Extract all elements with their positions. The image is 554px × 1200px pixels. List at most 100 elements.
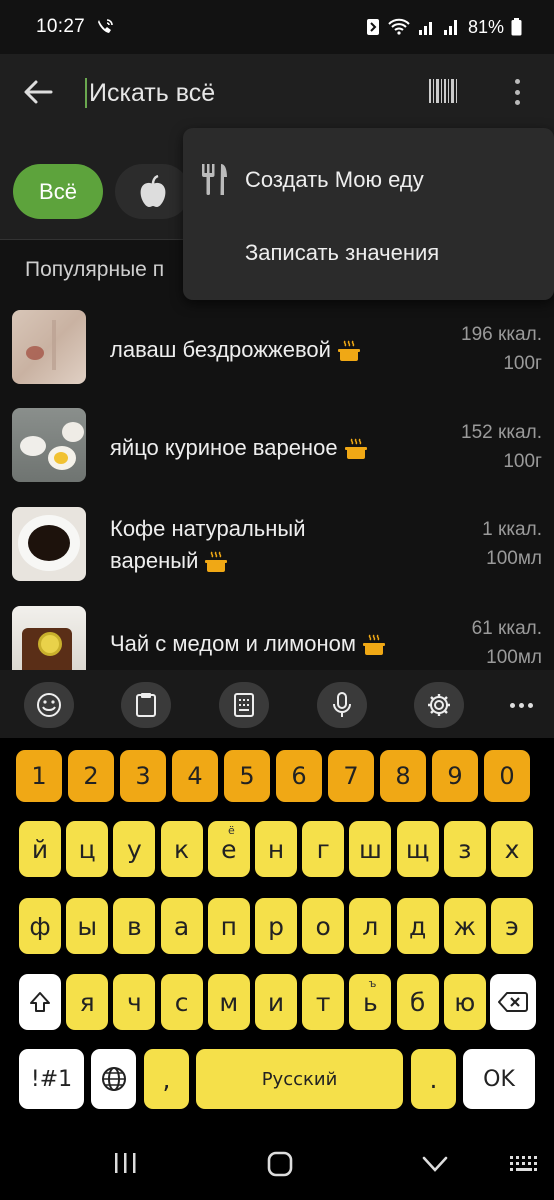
key-label: в — [127, 911, 142, 941]
key-letter[interactable]: э — [491, 898, 533, 954]
key-letter[interactable]: с — [160, 974, 203, 1030]
key-label: р — [268, 911, 284, 941]
key-label: ю — [454, 987, 476, 1017]
key-letter[interactable]: р — [255, 898, 297, 954]
back-button[interactable] — [20, 74, 56, 110]
key-letter[interactable]: н — [255, 821, 297, 877]
food-name: Чай с медом и лимоном — [110, 628, 386, 660]
key-letter[interactable]: д — [396, 898, 439, 954]
kcal-value: 61 ккал. — [471, 618, 542, 639]
key-letter[interactable]: ц — [66, 821, 109, 877]
key-letter[interactable]: о — [302, 898, 345, 954]
battery-percent: 81% — [467, 16, 504, 37]
key-label: т — [315, 987, 331, 1017]
symbols-key[interactable]: !#1 — [19, 1049, 84, 1109]
space-key[interactable]: Русский — [196, 1049, 403, 1109]
portion-value: 100мл — [486, 548, 542, 569]
chip-fruits[interactable] — [115, 164, 190, 219]
list-item[interactable]: яйцо куриное вареное 152 ккал. 100г — [0, 408, 554, 506]
more-options-button[interactable] — [508, 76, 526, 108]
menu-item-create-my-food[interactable]: Создать Мою еду — [183, 143, 554, 217]
key-letter[interactable]: щ — [396, 821, 439, 877]
key-label: ш — [358, 834, 382, 864]
food-kcal: 1 ккал. 100мл — [482, 515, 542, 573]
key-0[interactable]: 0 — [484, 750, 530, 802]
key-letter[interactable]: в — [113, 898, 156, 954]
barcode-icon — [429, 79, 457, 103]
key-4[interactable]: 4 — [172, 750, 218, 802]
key-3[interactable]: 3 — [120, 750, 166, 802]
key-2[interactable]: 2 — [68, 750, 114, 802]
hide-keyboard-button[interactable] — [420, 1152, 450, 1176]
key-letter[interactable]: л — [349, 898, 392, 954]
key-letter[interactable]: я — [66, 974, 109, 1030]
key-5[interactable]: 5 — [224, 750, 270, 802]
list-item[interactable]: Чай с медом и лимоном 61 ккал. 100мл — [0, 606, 554, 670]
list-item[interactable]: Кофе натуральный вареный 1 ккал. 100мл — [0, 507, 554, 605]
key-label: 9 — [447, 762, 463, 790]
backspace-key[interactable] — [490, 974, 536, 1030]
key-1[interactable]: 1 — [16, 750, 62, 802]
language-key[interactable] — [91, 1049, 136, 1109]
notification-icon — [366, 19, 379, 35]
key-letter[interactable]: ч — [113, 974, 156, 1030]
kcal-value: 1 ккал. — [482, 519, 542, 540]
key-letter[interactable]: ы — [66, 898, 109, 954]
home-button[interactable] — [266, 1150, 294, 1178]
list-item[interactable]: лаваш бездрожжевой 196 ккал. 100г — [0, 310, 554, 408]
key-8[interactable]: 8 — [380, 750, 426, 802]
key-6[interactable]: 6 — [276, 750, 322, 802]
key-letter[interactable]: и — [255, 974, 297, 1030]
key-letter[interactable]: б — [396, 974, 439, 1030]
key-letter[interactable]: ьъ — [349, 974, 392, 1030]
recent-apps-button[interactable] — [112, 1150, 138, 1176]
key-7[interactable]: 7 — [328, 750, 374, 802]
comma-key[interactable]: , — [144, 1049, 189, 1109]
food-image-coffee — [12, 507, 86, 581]
wifi-calling-icon — [98, 19, 113, 33]
keypad-button[interactable] — [219, 682, 269, 728]
key-label: . — [429, 1064, 438, 1094]
key-letter[interactable]: й — [19, 821, 61, 877]
emoji-button[interactable] — [24, 682, 74, 728]
key-letter[interactable]: ф — [19, 898, 61, 954]
menu-item-label: Записать значения — [245, 240, 440, 265]
period-key[interactable]: . — [411, 1049, 456, 1109]
food-kcal: 61 ккал. 100мл — [472, 614, 542, 670]
cooked-pot-icon — [205, 551, 228, 573]
key-letter[interactable]: а — [160, 898, 203, 954]
search-input[interactable]: Искать всё — [85, 74, 385, 112]
key-letter[interactable]: т — [302, 974, 345, 1030]
key-letter[interactable]: з — [443, 821, 486, 877]
ok-key[interactable]: OK — [463, 1049, 535, 1109]
key-letter[interactable]: ж — [443, 898, 486, 954]
key-label: с — [174, 987, 189, 1017]
key-letter[interactable]: х — [491, 821, 533, 877]
key-label: о — [315, 911, 331, 941]
key-label: 4 — [187, 762, 203, 790]
keyboard-settings-button[interactable] — [414, 682, 464, 728]
keyboard-switch-button[interactable] — [508, 1152, 540, 1176]
toolbar-more-button[interactable] — [506, 690, 536, 720]
clipboard-button[interactable] — [121, 682, 171, 728]
key-9[interactable]: 9 — [432, 750, 478, 802]
key-label: я — [79, 987, 95, 1017]
key-letter[interactable]: п — [207, 898, 250, 954]
key-label: н — [267, 834, 285, 864]
shift-key[interactable] — [19, 974, 61, 1030]
key-letter[interactable]: м — [207, 974, 250, 1030]
menu-item-record-values[interactable]: Записать значения — [183, 216, 554, 290]
key-label: к — [174, 834, 190, 864]
portion-value: 100г — [503, 353, 542, 374]
key-letter[interactable]: у — [113, 821, 156, 877]
chip-all[interactable]: Всё — [13, 164, 103, 219]
key-letter[interactable]: г — [302, 821, 345, 877]
key-letter[interactable]: ю — [443, 974, 486, 1030]
barcode-scan-button[interactable] — [428, 76, 458, 106]
key-letter[interactable]: к — [160, 821, 203, 877]
key-label: з — [458, 834, 472, 864]
voice-input-button[interactable] — [317, 682, 367, 728]
food-kcal: 152 ккал. 100г — [461, 418, 542, 476]
key-letter[interactable]: её — [207, 821, 250, 877]
key-letter[interactable]: ш — [349, 821, 392, 877]
